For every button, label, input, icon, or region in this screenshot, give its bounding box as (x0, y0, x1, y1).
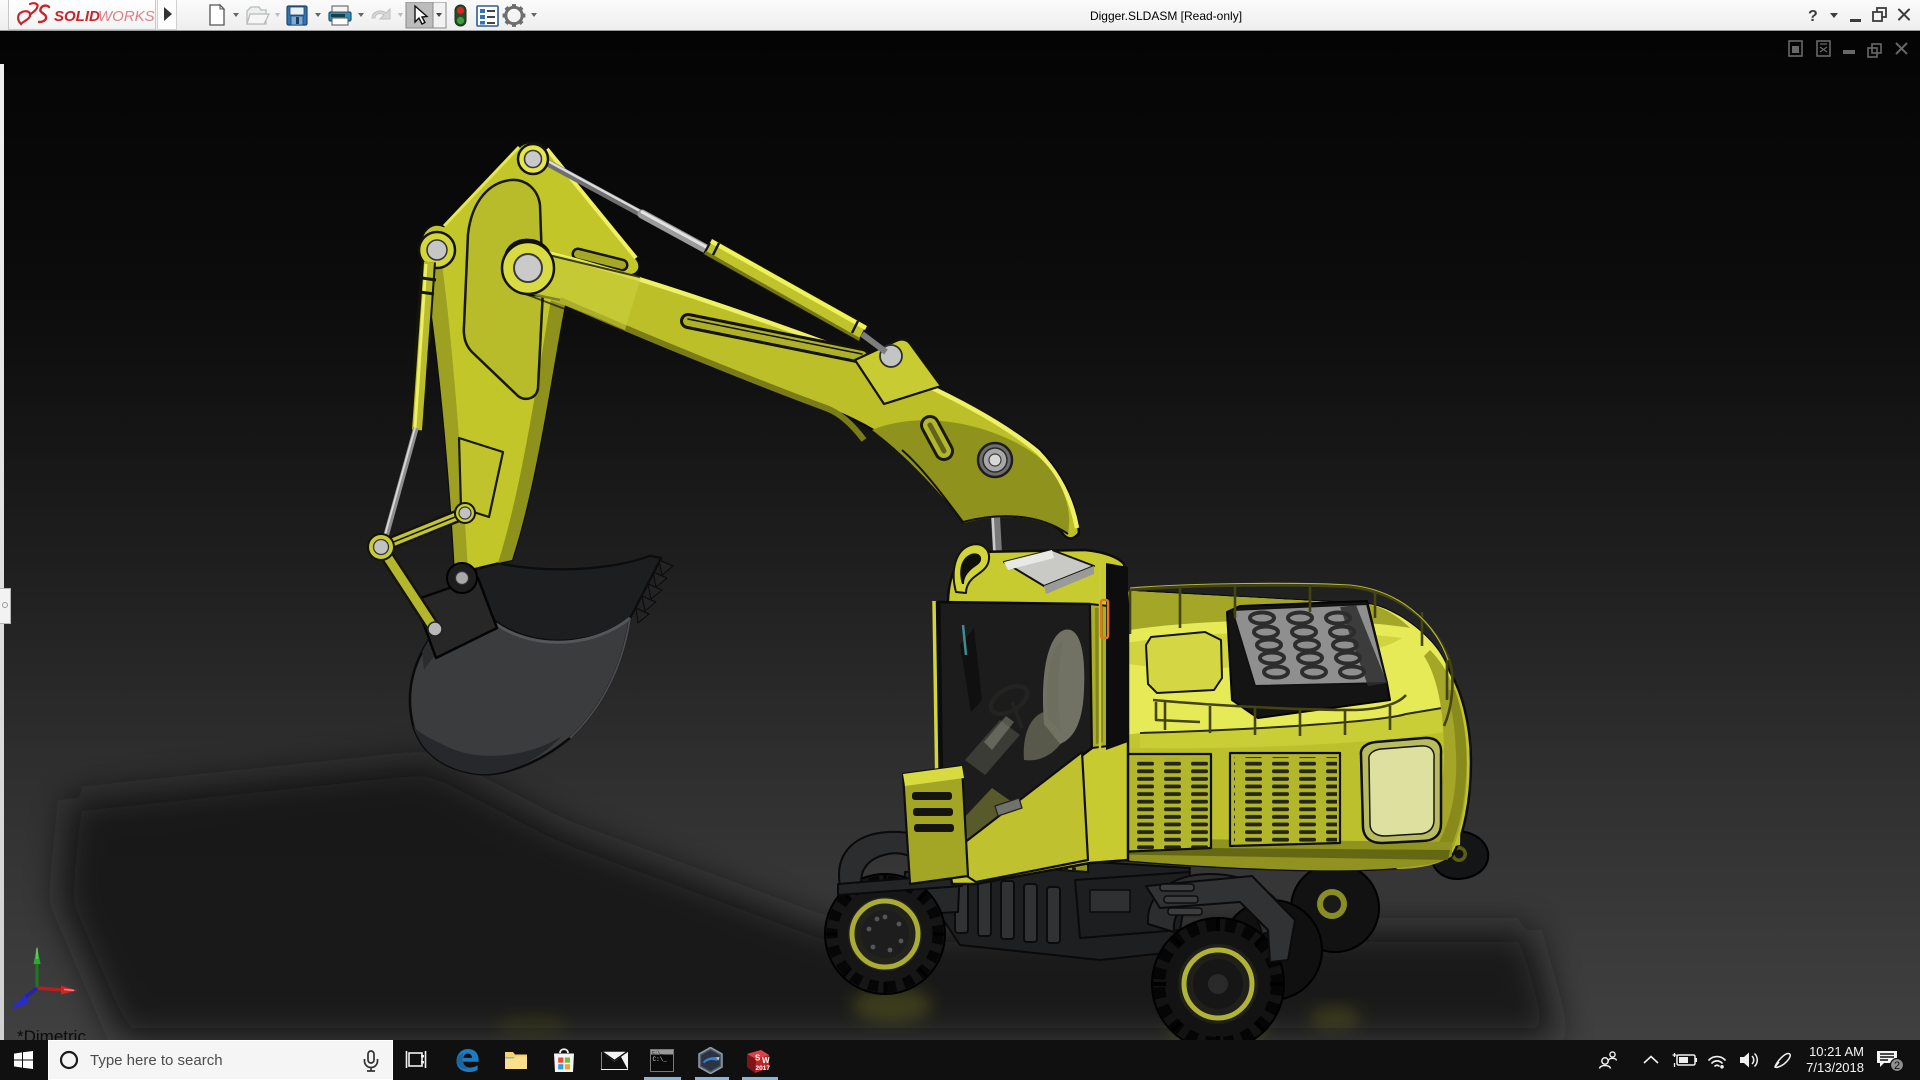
svg-text:?: ? (1808, 8, 1818, 25)
svg-text:W: W (762, 1056, 770, 1065)
svg-text:WORKS: WORKS (98, 8, 155, 25)
svg-text:2: 2 (1894, 1060, 1900, 1072)
svg-text:*Dimetric: *Dimetric (17, 1027, 86, 1040)
svg-text:2017: 2017 (756, 1065, 771, 1072)
svg-text:S: S (755, 1054, 761, 1063)
svg-text:SOLID: SOLID (54, 8, 100, 25)
svg-text:C:\_: C:\_ (652, 1050, 663, 1056)
svg-text:C:\_: C:\_ (653, 1056, 668, 1063)
